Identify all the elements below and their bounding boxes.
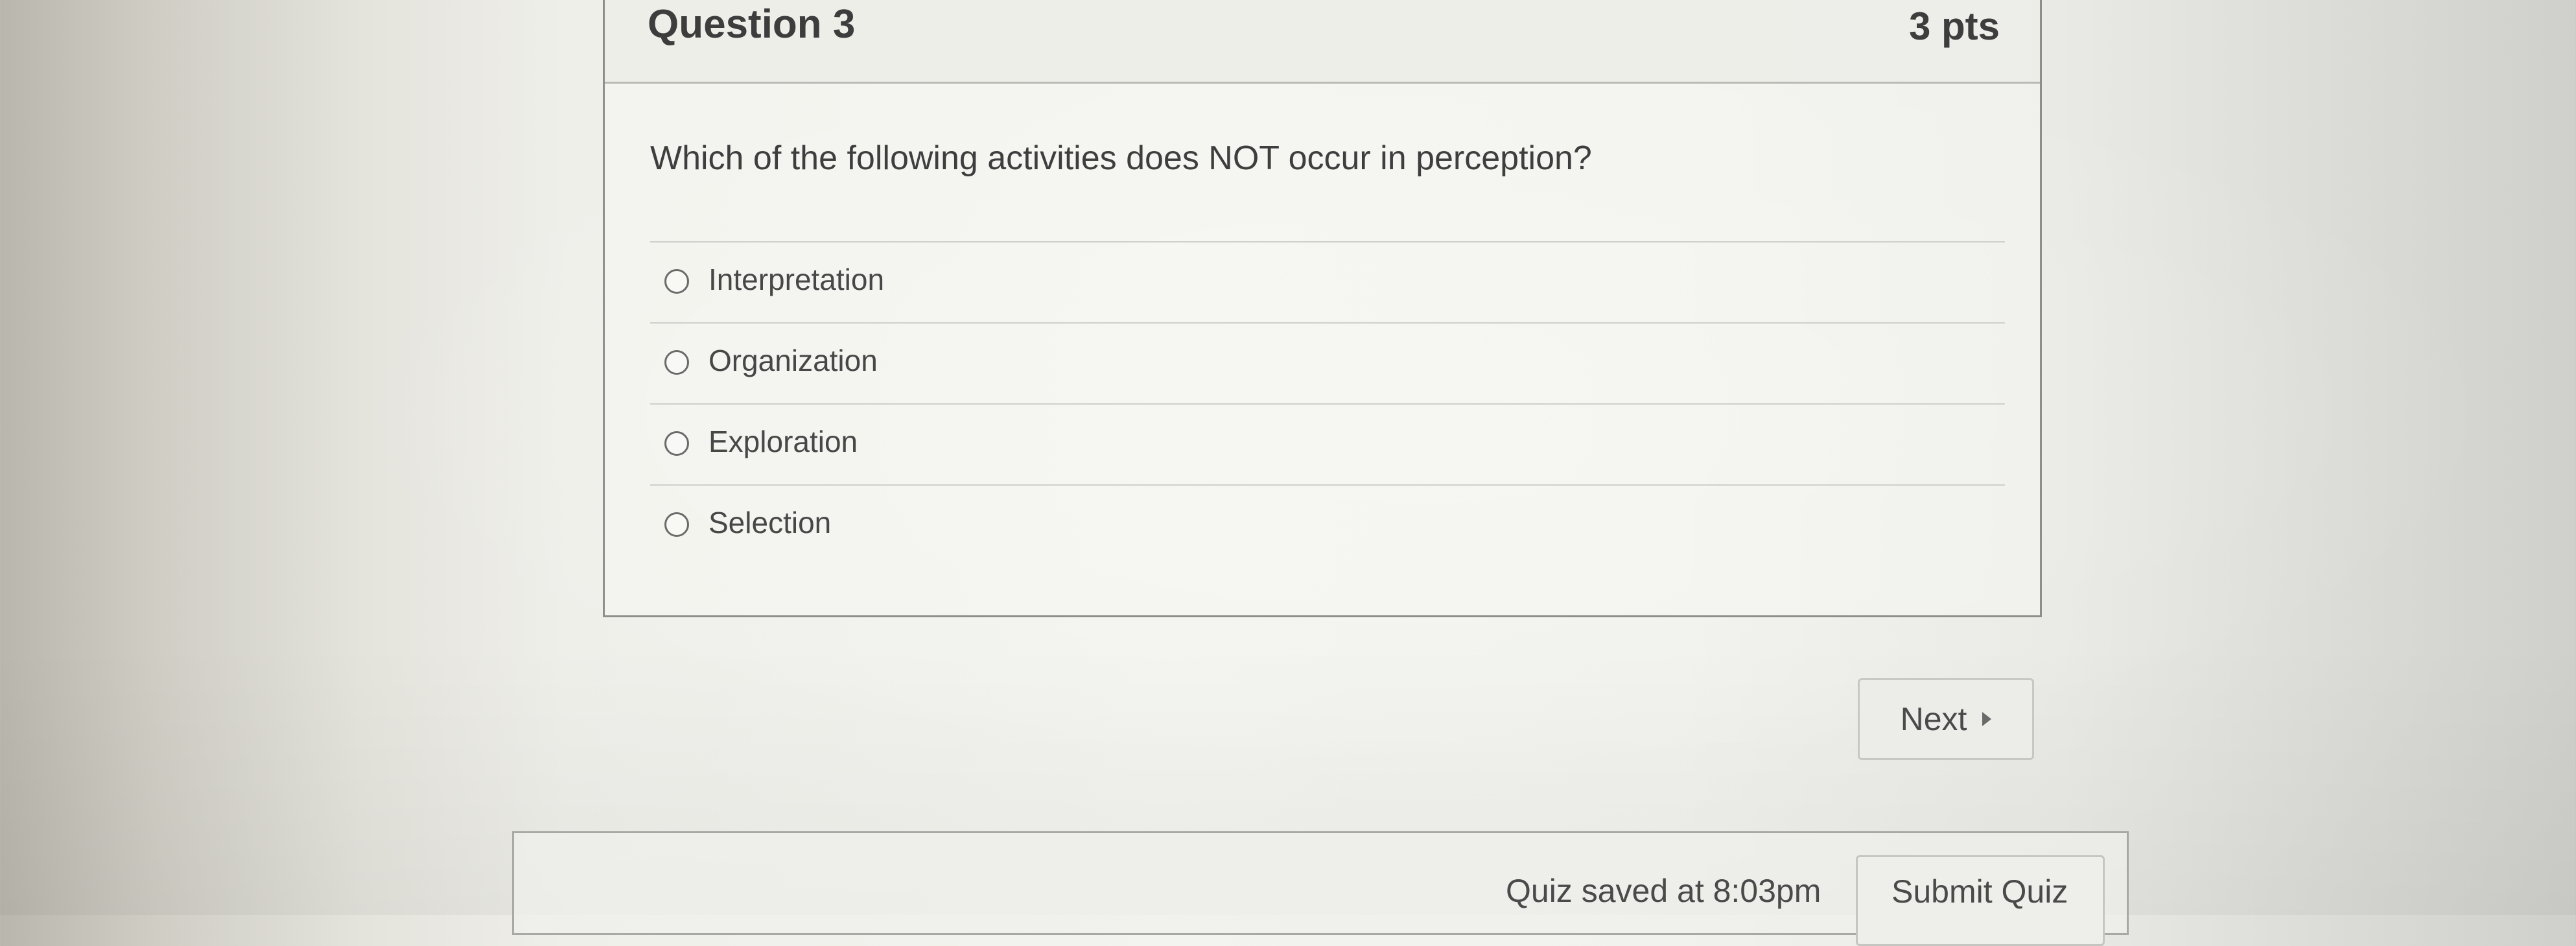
answer-option-selection[interactable]: Selection: [650, 484, 2005, 565]
quiz-footer: Quiz saved at 8:03pm Submit Quiz: [512, 831, 2129, 946]
answer-label[interactable]: Organization: [708, 343, 878, 378]
question-header: Question 3 3 pts: [605, 0, 2040, 84]
submit-quiz-button[interactable]: Submit Quiz: [1856, 855, 2105, 946]
next-button[interactable]: Next: [1858, 678, 2034, 760]
answer-label[interactable]: Selection: [708, 505, 831, 540]
question-points: 3 pts: [1908, 5, 2000, 48]
quiz-saved-status: Quiz saved at 8:03pm: [1506, 873, 1821, 909]
question-card: Question 3 3 pts Which of the following …: [603, 0, 2042, 617]
submit-quiz-label[interactable]: Submit Quiz: [1891, 873, 2068, 910]
answer-label[interactable]: Interpretation: [708, 262, 884, 297]
answer-option-exploration[interactable]: Exploration: [650, 403, 2005, 484]
question-text: Which of the following activities does N…: [650, 139, 1592, 177]
radio-button[interactable]: [664, 350, 689, 375]
triangle-right-icon: [1982, 712, 1992, 726]
answer-label[interactable]: Exploration: [708, 424, 858, 459]
answer-option-interpretation[interactable]: Interpretation: [650, 241, 2005, 322]
radio-button[interactable]: [664, 431, 689, 456]
radio-button[interactable]: [664, 512, 689, 537]
radio-button[interactable]: [664, 269, 689, 294]
next-label[interactable]: Next: [1901, 700, 1967, 738]
answer-option-organization[interactable]: Organization: [650, 322, 2005, 403]
answer-list: Interpretation Organization Exploration …: [650, 241, 2005, 565]
question-title: Question 3: [648, 2, 856, 47]
